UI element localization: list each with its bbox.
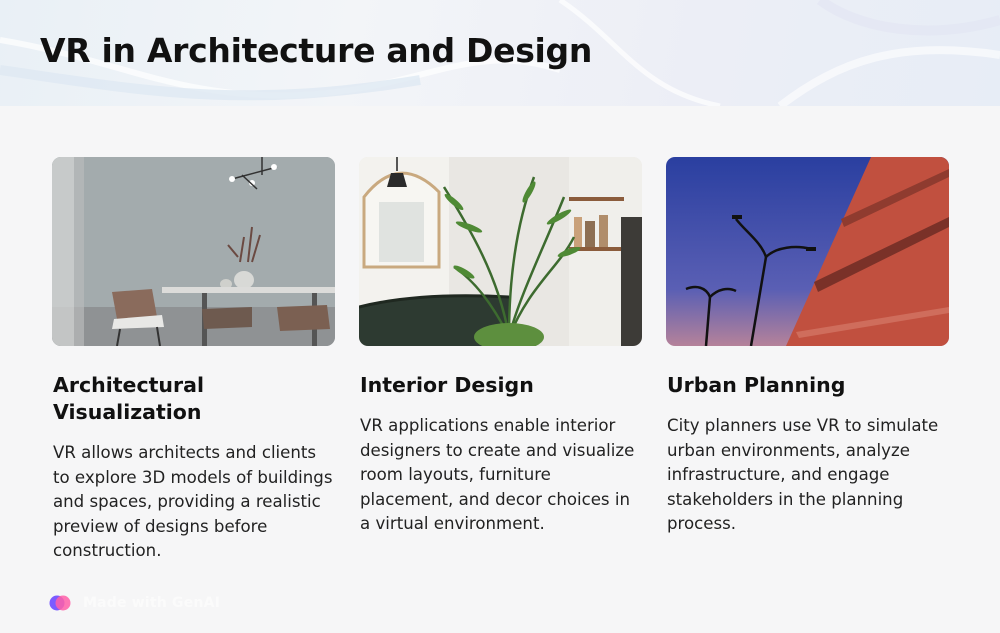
living-room-image (359, 157, 642, 346)
card-title: Urban Planning (667, 373, 846, 397)
card-body: VR allows architects and clients to expl… (53, 443, 333, 560)
dining-room-image (52, 157, 335, 346)
card-architectural-visualization: Architectural Visualization VR allows ar… (52, 157, 335, 564)
card-interior-design: Interior Design VR applications enable i… (359, 157, 642, 537)
genai-logo-icon (49, 594, 71, 612)
card-title: Interior Design (360, 373, 534, 397)
page-title: VR in Architecture and Design (40, 31, 593, 70)
made-with-badge[interactable]: Made with GenAI (49, 594, 220, 612)
card-title: Architectural Visualization (53, 373, 204, 424)
card-body: City planners use VR to simulate urban e… (667, 416, 939, 533)
header-banner: VR in Architecture and Design (0, 0, 1000, 106)
brand-label: Made with GenAI (83, 595, 221, 611)
card-urban-planning: Urban Planning City planners use VR to s… (666, 157, 949, 537)
card-body: VR applications enable interior designer… (360, 416, 635, 533)
urban-building-image (666, 157, 949, 346)
